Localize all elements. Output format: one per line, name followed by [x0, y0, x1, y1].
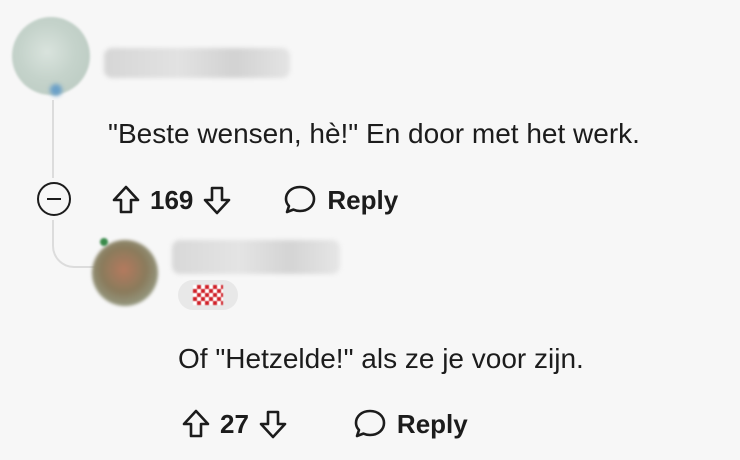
comment-body: "Beste wensen, hè!" En door met het werk… [108, 118, 640, 149]
minus-icon [47, 197, 61, 201]
downvote-button[interactable] [199, 180, 235, 220]
downvote-button[interactable] [255, 404, 291, 444]
avatar[interactable] [92, 240, 158, 306]
comment-actions: 169 Reply [108, 178, 398, 222]
arrow-up-icon [182, 409, 210, 438]
avatar[interactable] [12, 17, 90, 95]
speech-bubble-icon [354, 409, 386, 438]
arrow-down-icon [204, 186, 231, 215]
thread-line-curve [52, 220, 100, 268]
reply-label: Reply [327, 184, 399, 215]
vote-count: 27 [220, 408, 249, 439]
online-status-dot [50, 84, 62, 96]
reply-label: Reply [396, 408, 468, 439]
user-flair [178, 280, 238, 310]
online-status-dot [100, 238, 108, 246]
upvote-button[interactable] [178, 404, 214, 444]
arrow-down-icon [259, 410, 287, 439]
reply-button[interactable]: Reply [353, 408, 468, 440]
reply-body: Of "Hetzelde!" als ze je voor zijn. [178, 343, 584, 374]
reply-button[interactable]: Reply [283, 184, 398, 216]
username-blurred[interactable] [172, 240, 340, 274]
reply-actions: 27 Reply [178, 402, 468, 446]
upvote-button[interactable] [108, 180, 144, 220]
vote-count: 169 [150, 184, 194, 215]
checkered-flag-icon [193, 285, 223, 305]
arrow-up-icon [112, 185, 140, 214]
collapse-thread-button[interactable] [37, 182, 71, 216]
username-blurred[interactable] [104, 48, 290, 78]
speech-bubble-icon [285, 185, 316, 214]
thread-line [52, 100, 54, 178]
